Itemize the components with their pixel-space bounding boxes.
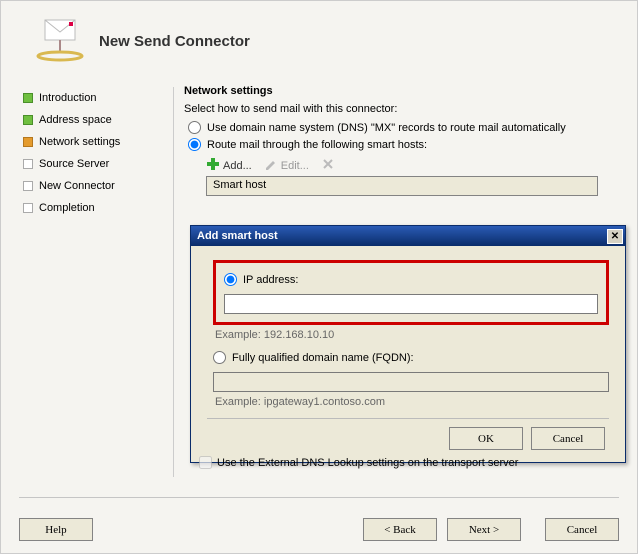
plus-icon [206, 157, 220, 174]
add-button[interactable]: Add... [206, 157, 252, 174]
ip-input[interactable] [224, 294, 598, 314]
radio-smarthost[interactable] [188, 138, 201, 151]
wizard-footer: Help < Back Next > Cancel [1, 518, 637, 541]
radio-smarthost-row[interactable]: Route mail through the following smart h… [188, 138, 621, 151]
radio-dns-row[interactable]: Use domain name system (DNS) "MX" record… [188, 121, 621, 134]
dialog-titlebar: Add smart host ✕ [191, 226, 625, 246]
section-title: Network settings [184, 85, 621, 97]
dialog-close-button[interactable]: ✕ [607, 229, 623, 244]
connector-icon [35, 18, 89, 64]
radio-dns[interactable] [188, 121, 201, 134]
radio-ip[interactable] [224, 273, 237, 286]
x-icon [321, 157, 335, 174]
help-button[interactable]: Help [19, 518, 93, 541]
close-icon: ✕ [611, 231, 619, 242]
wizard-window: New Send Connector Introduction Address … [0, 0, 638, 554]
step-network-settings[interactable]: Network settings [23, 131, 173, 153]
step-completion[interactable]: Completion [23, 197, 173, 219]
radio-fqdn[interactable] [213, 351, 226, 364]
prompt-text: Select how to send mail with this connec… [184, 103, 621, 115]
ext-dns-checkbox [199, 456, 212, 469]
radio-fqdn-row[interactable]: Fully qualified domain name (FQDN): [213, 351, 609, 364]
delete-button [321, 157, 338, 174]
next-button[interactable]: Next > [447, 518, 521, 541]
step-new-connector[interactable]: New Connector [23, 175, 173, 197]
smarthost-grid-header: Smart host [206, 176, 598, 196]
ext-dns-row[interactable]: Use the External DNS Lookup settings on … [199, 456, 518, 469]
ip-highlight: IP address: [213, 260, 609, 325]
radio-ip-row[interactable]: IP address: [224, 273, 598, 286]
dialog-separator [207, 418, 609, 419]
example-fqdn: Example: ipgateway1.contoso.com [215, 396, 609, 408]
radio-smarthost-label: Route mail through the following smart h… [207, 139, 427, 151]
smarthost-toolbar: Add... Edit... [206, 157, 621, 174]
pencil-icon [264, 157, 278, 174]
edit-button: Edit... [264, 157, 309, 174]
ext-dns-label: Use the External DNS Lookup settings on … [217, 457, 518, 469]
wizard-steps: Introduction Address space Network setti… [23, 69, 173, 489]
fqdn-input [213, 372, 609, 392]
step-source-server[interactable]: Source Server [23, 153, 173, 175]
wizard-header: New Send Connector [1, 1, 637, 69]
radio-fqdn-label: Fully qualified domain name (FQDN): [232, 352, 414, 364]
radio-dns-label: Use domain name system (DNS) "MX" record… [207, 122, 566, 134]
cancel-button[interactable]: Cancel [531, 427, 605, 450]
radio-ip-label: IP address: [243, 274, 298, 286]
example-ip: Example: 192.168.10.10 [215, 329, 609, 341]
step-introduction[interactable]: Introduction [23, 87, 173, 109]
wizard-title: New Send Connector [99, 33, 250, 50]
footer-separator [19, 497, 619, 498]
ok-button[interactable]: OK [449, 427, 523, 450]
step-address-space[interactable]: Address space [23, 109, 173, 131]
wizard-cancel-button[interactable]: Cancel [545, 518, 619, 541]
add-smarthost-dialog: Add smart host ✕ IP address: Example: 19… [190, 225, 626, 463]
divider [173, 87, 174, 477]
dialog-title: Add smart host [197, 230, 278, 242]
back-button[interactable]: < Back [363, 518, 437, 541]
